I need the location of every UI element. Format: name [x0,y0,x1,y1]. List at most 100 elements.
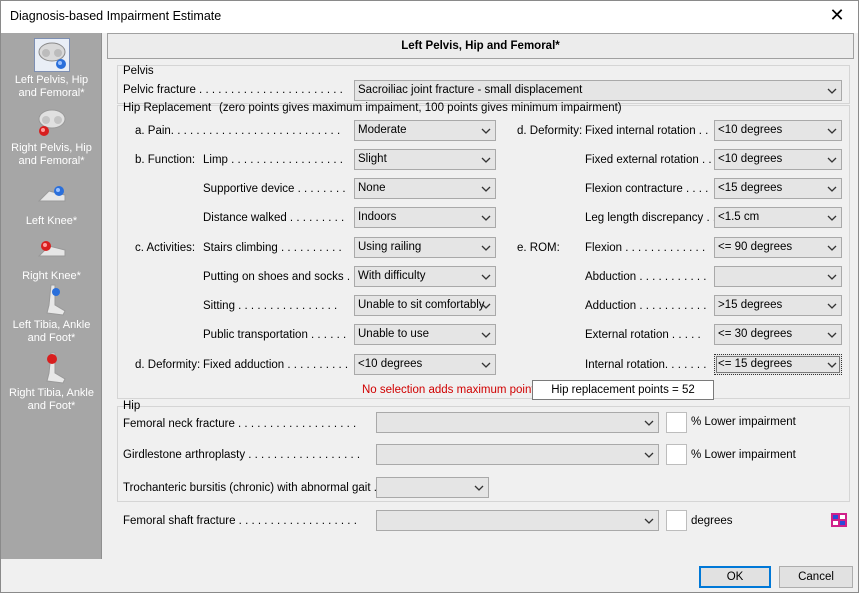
pelvis-right-icon [34,106,70,140]
sitting-select[interactable]: Unable to sit comfortably [354,295,496,316]
internal-rotation-label: Internal rotation. . . . . . . [585,359,707,371]
sidebar-item-left-foot[interactable]: Left Tibia, Ankle and Foot* [1,283,102,345]
function-label: b. Function: [135,154,196,166]
chevron-down-icon [480,271,492,283]
sidebar-item-label: Right Pelvis, Hip and Femoral* [11,142,92,167]
shoes-socks-select[interactable]: With difficulty [354,266,496,287]
select-value: <= 90 degrees [718,241,793,253]
select-value: <= 15 degrees [718,358,793,370]
dialog-window: Diagnosis-based Impairment Estimate ✕ Le… [0,0,859,593]
chevron-down-icon [480,300,492,312]
chevron-down-icon [480,329,492,341]
sidebar-item-left-pelvis[interactable]: Left Pelvis, Hip and Femoral* [1,38,102,100]
fixed-internal-rotation-label: Fixed internal rotation . . [585,125,709,137]
femoral-shaft-fracture-select[interactable] [376,510,659,531]
public-transportation-select[interactable]: Unable to use [354,324,496,345]
femoral-neck-fracture-label: Femoral neck fracture . . . . . . . . . … [123,418,357,430]
girdlestone-unit: % Lower impairment [691,449,796,461]
girdlestone-arthroplasty-label: Girdlestone arthroplasty . . . . . . . .… [123,449,361,461]
sidebar-item-right-knee[interactable]: Right Knee* [1,234,102,283]
activities-label: c. Activities: [135,242,196,254]
sitting-label: Sitting . . . . . . . . . . . . . . . . [203,300,338,312]
chevron-down-icon [826,154,838,166]
pain-select[interactable]: Moderate [354,120,496,141]
fixed-internal-rotation-select[interactable]: <10 degrees [714,120,842,141]
help-icon[interactable] [831,513,847,527]
hip-group-label: Hip [123,400,141,412]
cancel-button[interactable]: Cancel [779,566,853,588]
select-value: Unable to use [358,328,429,340]
sidebar-item-label: Right Knee* [22,270,81,282]
adduction-select[interactable]: >15 degrees [714,295,842,316]
chevron-down-icon [480,183,492,195]
no-selection-warning: No selection adds maximum points [362,384,541,396]
knee-left-icon [34,179,70,213]
fixed-adduction-label: Fixed adduction . . . . . . . . . . [203,359,349,371]
stairs-climbing-select[interactable]: Using railing [354,237,496,258]
chevron-down-icon [826,300,838,312]
stairs-climbing-label: Stairs climbing . . . . . . . . . . [203,242,342,254]
chevron-down-icon [826,271,838,283]
select-value: Indoors [358,211,397,223]
shoes-socks-label: Putting on shoes and socks . . [203,271,357,283]
deformity-right-label: d. Deformity: [517,125,583,137]
leg-length-discrepancy-select[interactable]: <1.5 cm [714,207,842,228]
sidebar-item-label: Left Tibia, Ankle and Foot* [12,319,91,344]
femoral-neck-unit: % Lower impairment [691,416,796,428]
sidebar-item-left-knee[interactable]: Left Knee* [1,179,102,228]
chevron-down-icon [826,329,838,341]
chevron-down-icon [643,449,655,461]
flexion-select[interactable]: <= 90 degrees [714,237,842,258]
limp-select[interactable]: Slight [354,149,496,170]
ok-button[interactable]: OK [699,566,771,588]
select-value: Using railing [358,241,422,253]
external-rotation-select[interactable]: <= 30 degrees [714,324,842,345]
girdlestone-arthroplasty-select[interactable] [376,444,659,465]
pelvic-fracture-label: Pelvic fracture . . . . . . . . . . . . … [123,84,343,96]
flexion-contracture-select[interactable]: <15 degrees [714,178,842,199]
sidebar-item-right-foot[interactable]: Right Tibia, Ankle and Foot* [1,351,102,413]
select-value: Slight [358,153,387,165]
select-value: Unable to sit comfortably [358,299,485,311]
chevron-down-icon [826,212,838,224]
limp-label: Limp . . . . . . . . . . . . . . . . . . [203,154,343,166]
pain-label: a. Pain. . . . . . . . . . . . . . . . .… [135,125,341,137]
distance-walked-select[interactable]: Indoors [354,207,496,228]
chevron-down-icon [826,242,838,254]
chevron-down-icon [480,359,492,371]
femoral-neck-fracture-select[interactable] [376,412,659,433]
pelvis-left-icon [33,38,70,72]
femoral-shaft-degrees-input[interactable] [666,510,687,531]
sidebar-item-right-pelvis[interactable]: Right Pelvis, Hip and Femoral* [1,106,102,168]
trochanteric-bursitis-select[interactable] [376,477,489,498]
hip-replacement-group-label: Hip Replacement [123,102,212,114]
femoral-neck-percent-input[interactable] [666,412,687,433]
select-value: <= 30 degrees [718,328,793,340]
abduction-select[interactable] [714,266,842,287]
fixed-adduction-select[interactable]: <10 degrees [354,354,496,375]
hip-replacement-note: (zero points gives maximum impaiment, 10… [219,102,622,114]
select-value: <10 degrees [718,153,783,165]
chevron-down-icon [643,417,655,429]
knee-right-icon [34,234,70,268]
trochanteric-bursitis-label: Trochanteric bursitis (chronic) with abn… [123,482,384,494]
select-value: None [358,182,386,194]
supportive-device-select[interactable]: None [354,178,496,199]
girdlestone-percent-input[interactable] [666,444,687,465]
fixed-external-rotation-select[interactable]: <10 degrees [714,149,842,170]
deformity-label: d. Deformity: [135,359,201,371]
public-transportation-label: Public transportation . . . . . . [203,329,347,341]
close-icon[interactable]: ✕ [824,4,850,28]
select-value: >15 degrees [718,299,783,311]
distance-walked-label: Distance walked . . . . . . . . . [203,212,345,224]
hip-replacement-points: Hip replacement points = 52 [532,380,714,400]
internal-rotation-select[interactable]: <= 15 degrees [714,354,842,375]
sidebar-item-label: Left Knee* [25,215,78,227]
select-value: <10 degrees [358,358,423,370]
fixed-external-rotation-label: Fixed external rotation . . [585,154,712,166]
title-bar: Diagnosis-based Impairment Estimate ✕ [1,1,858,33]
select-value: Sacroiliac joint fracture - small displa… [358,84,583,96]
flexion-contracture-label: Flexion contracture . . . . [585,183,709,195]
rom-label: e. ROM: [517,242,560,254]
pelvic-fracture-select[interactable]: Sacroiliac joint fracture - small displa… [354,80,842,101]
